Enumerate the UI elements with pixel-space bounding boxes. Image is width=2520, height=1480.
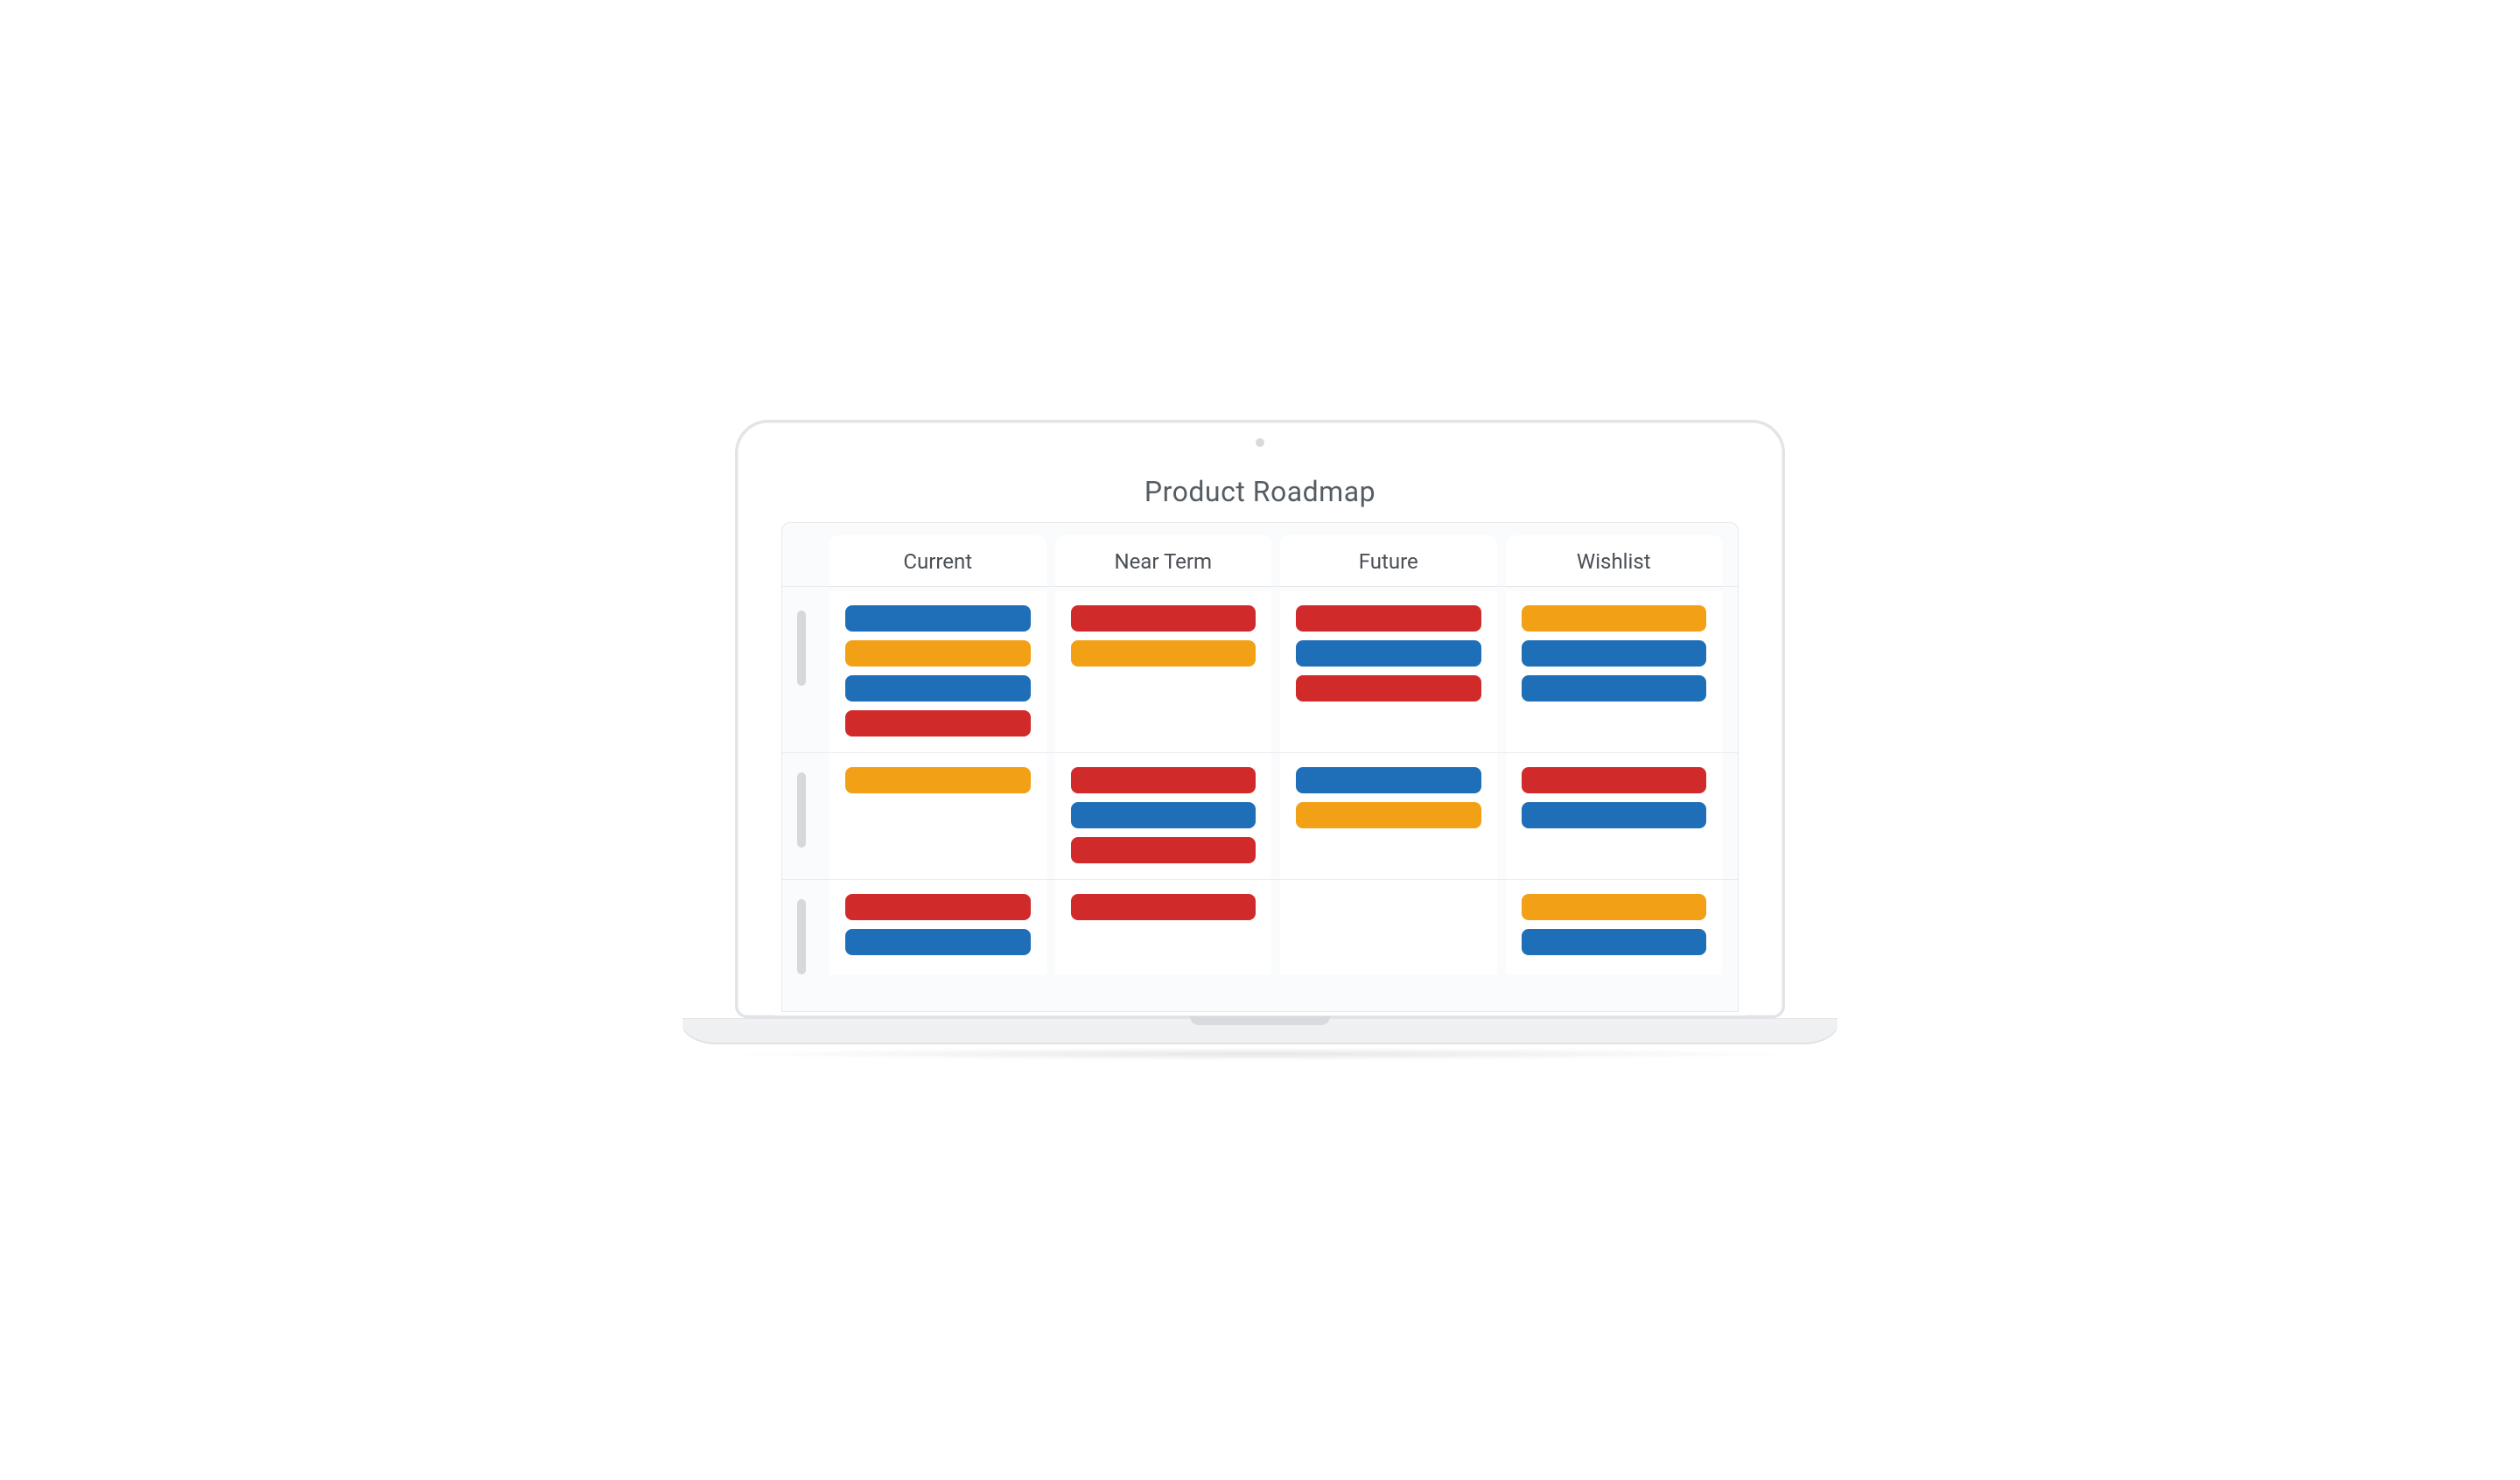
row-handle-cell — [782, 753, 821, 879]
page-title: Product Roadmap — [774, 456, 1746, 522]
rows-viewport — [782, 591, 1738, 1011]
laptop-mockup: Product Roadmap Current Near Term Future… — [735, 420, 1785, 1060]
row-handle-cell — [782, 591, 821, 752]
roadmap-card[interactable] — [845, 675, 1031, 702]
roadmap-card[interactable] — [1296, 640, 1481, 667]
board-cell[interactable] — [1280, 591, 1497, 752]
roadmap-card[interactable] — [1071, 837, 1256, 863]
swimlane-row — [782, 591, 1738, 753]
screen: Product Roadmap Current Near Term Future… — [774, 456, 1746, 1016]
roadmap-card[interactable] — [1071, 802, 1256, 828]
roadmap-board: Current Near Term Future Wishlist — [781, 522, 1739, 1012]
swimlane-row — [782, 753, 1738, 880]
board-cell[interactable] — [1055, 880, 1272, 974]
board-cell[interactable] — [830, 753, 1046, 879]
roadmap-card[interactable] — [845, 929, 1031, 955]
roadmap-card[interactable] — [1071, 605, 1256, 632]
board-cell[interactable] — [830, 880, 1046, 974]
camera-icon — [1256, 438, 1264, 447]
roadmap-card[interactable] — [1522, 675, 1707, 702]
roadmap-card[interactable] — [1296, 802, 1481, 828]
roadmap-card[interactable] — [1522, 802, 1707, 828]
laptop-base — [682, 1018, 1838, 1043]
column-header-near-term[interactable]: Near Term — [1055, 535, 1272, 586]
laptop-shadow — [718, 1048, 1802, 1060]
board-cell[interactable] — [1280, 753, 1497, 879]
board-cell[interactable] — [1055, 753, 1272, 879]
roadmap-card[interactable] — [1522, 605, 1707, 632]
row-drag-handle[interactable] — [797, 899, 806, 974]
roadmap-card[interactable] — [845, 894, 1031, 920]
gutter — [782, 535, 821, 586]
column-header-current[interactable]: Current — [830, 535, 1046, 586]
board-cell[interactable] — [1055, 591, 1272, 752]
roadmap-card[interactable] — [1296, 767, 1481, 793]
laptop-lid: Product Roadmap Current Near Term Future… — [735, 420, 1785, 1018]
roadmap-card[interactable] — [845, 767, 1031, 793]
row-drag-handle[interactable] — [797, 772, 806, 848]
roadmap-card[interactable] — [1071, 894, 1256, 920]
board-cell[interactable] — [1506, 591, 1723, 752]
roadmap-card[interactable] — [1522, 894, 1707, 920]
column-header-row: Current Near Term Future Wishlist — [782, 523, 1738, 587]
roadmap-card[interactable] — [1522, 929, 1707, 955]
swimlane-row — [782, 880, 1738, 974]
roadmap-card[interactable] — [1071, 640, 1256, 667]
board-cell[interactable] — [1280, 880, 1497, 974]
roadmap-card[interactable] — [845, 710, 1031, 737]
row-handle-cell — [782, 880, 821, 974]
roadmap-card[interactable] — [1071, 767, 1256, 793]
roadmap-card[interactable] — [1522, 767, 1707, 793]
roadmap-card[interactable] — [1296, 675, 1481, 702]
laptop-hinge — [1190, 1016, 1330, 1025]
board-cell[interactable] — [830, 591, 1046, 752]
roadmap-card[interactable] — [1296, 605, 1481, 632]
roadmap-card[interactable] — [845, 640, 1031, 667]
column-header-wishlist[interactable]: Wishlist — [1506, 535, 1723, 586]
board-cell[interactable] — [1506, 753, 1723, 879]
row-drag-handle[interactable] — [797, 611, 806, 686]
roadmap-card[interactable] — [1522, 640, 1707, 667]
board-cell[interactable] — [1506, 880, 1723, 974]
roadmap-card[interactable] — [845, 605, 1031, 632]
column-header-future[interactable]: Future — [1280, 535, 1497, 586]
